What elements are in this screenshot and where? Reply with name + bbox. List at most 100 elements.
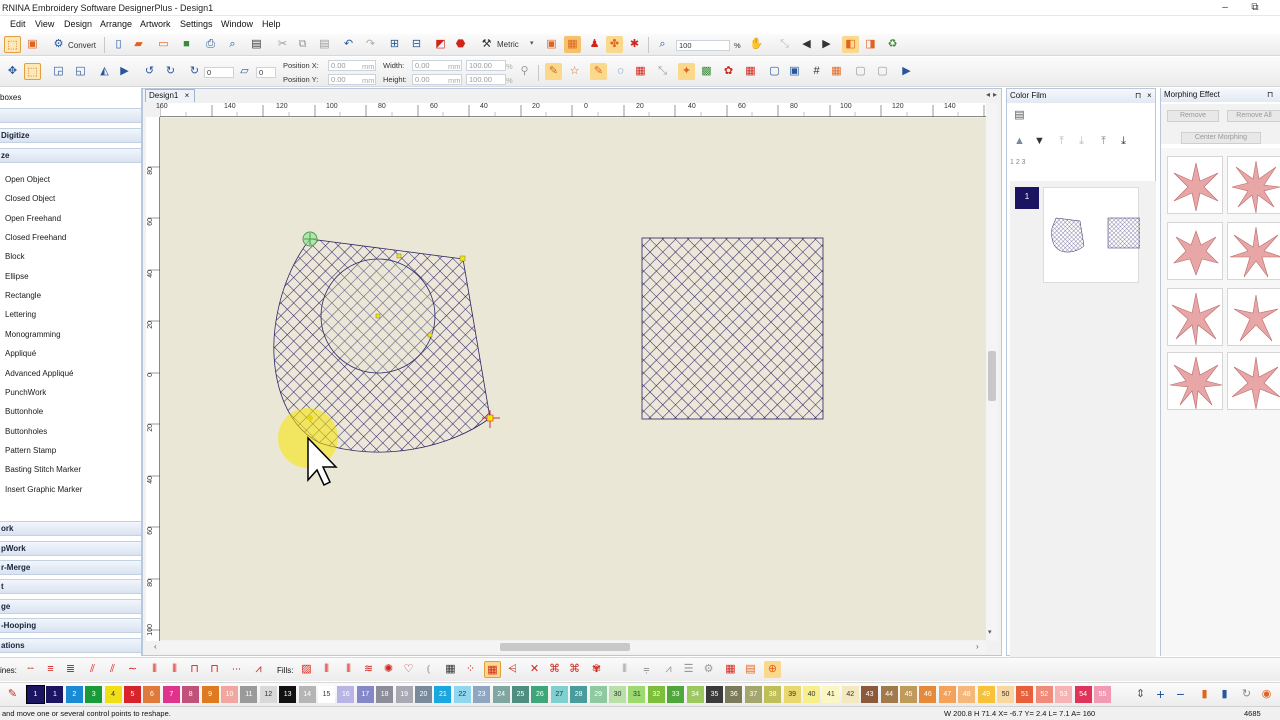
rectangle-fill-object[interactable]: [641, 237, 824, 420]
edit-points-icon[interactable]: ✎: [590, 63, 607, 80]
grid-fill-icon[interactable]: ▦: [742, 63, 759, 80]
color-swatch[interactable]: 2: [65, 686, 83, 703]
scroll-right-arrow-icon[interactable]: ›: [976, 642, 979, 651]
rotate-left-icon[interactable]: ↺: [141, 63, 158, 80]
document-tab[interactable]: Design1 ×: [145, 89, 195, 102]
color-swatch[interactable]: 54: [1074, 686, 1092, 703]
transform-icon[interactable]: ◲: [50, 63, 67, 80]
color-swatch[interactable]: 1: [46, 686, 64, 703]
grid-2-icon[interactable]: ▦: [828, 63, 845, 80]
remove-button[interactable]: Remove: [1167, 110, 1219, 122]
satin-fill-icon[interactable]: ⦀: [318, 661, 335, 678]
color-block-number[interactable]: 1: [1015, 187, 1039, 209]
color-swatch[interactable]: 40: [803, 686, 820, 703]
skew-icon[interactable]: ▱: [236, 63, 253, 80]
menu-edit[interactable]: Edit: [10, 19, 26, 29]
open-file-icon[interactable]: ▰: [130, 36, 147, 53]
tool-rectangle[interactable]: Rectangle: [5, 291, 41, 300]
pattern-icon[interactable]: ✿: [720, 63, 737, 80]
gear-icon[interactable]: ⚙: [700, 661, 717, 678]
print-preview-icon[interactable]: ⌕: [224, 36, 241, 53]
star-icon[interactable]: ☆: [566, 63, 583, 80]
section-t[interactable]: t: [0, 579, 141, 594]
previous-icon[interactable]: ◀: [798, 36, 815, 53]
units-select[interactable]: Metric: [497, 40, 519, 49]
undo-icon[interactable]: ↶: [340, 36, 357, 53]
grid-icon[interactable]: #: [808, 63, 825, 80]
lines-fill-icon[interactable]: ☰: [680, 661, 697, 678]
knife-icon[interactable]: ▦: [632, 63, 649, 80]
color-swatch[interactable]: 10: [221, 686, 238, 703]
width-percent-input[interactable]: 100.00: [466, 60, 506, 71]
color-swatch[interactable]: 28: [570, 686, 588, 703]
menu-artwork[interactable]: Artwork: [140, 19, 171, 29]
contour-fill-icon[interactable]: ⦀: [616, 661, 633, 678]
menu-settings[interactable]: Settings: [180, 19, 213, 29]
mirror-vertical-icon[interactable]: ▶: [116, 63, 133, 80]
send-to-machine-icon[interactable]: ▤: [248, 36, 265, 53]
step-fill-icon[interactable]: ⩦: [638, 661, 655, 678]
convert-icon[interactable]: ⚙: [50, 36, 67, 53]
color-swatch[interactable]: 19: [395, 686, 413, 703]
remove-color-icon[interactable]: −: [1172, 686, 1189, 703]
tool-buttonholes[interactable]: Buttonholes: [5, 427, 47, 436]
tool-insert-graphic-marker[interactable]: Insert Graphic Marker: [5, 485, 82, 494]
heart-fill-icon[interactable]: ♡: [400, 661, 417, 678]
morph-star-6[interactable]: [1227, 288, 1280, 346]
wave-fill-icon[interactable]: ≋: [360, 661, 377, 678]
tool-monogramming[interactable]: Monogramming: [5, 330, 61, 339]
color-swatch[interactable]: 51: [1016, 686, 1034, 703]
show-stitches-icon[interactable]: ⬣: [452, 36, 469, 53]
measure-icon[interactable]: ⤡: [776, 36, 793, 53]
color-swatch[interactable]: 43: [861, 686, 879, 703]
move-top-icon[interactable]: ⤒: [1095, 133, 1112, 150]
color-swatch[interactable]: 20: [415, 686, 432, 703]
color-swatch[interactable]: 3: [85, 686, 103, 703]
morph-star-7[interactable]: [1167, 352, 1223, 410]
color-swatch[interactable]: 25: [512, 686, 529, 703]
zigzag-icon[interactable]: ⫽: [104, 661, 121, 678]
color-swatch[interactable]: 12: [259, 686, 277, 703]
move-down-step-icon[interactable]: ⤓: [1073, 133, 1090, 150]
horizontal-scrollbar[interactable]: ‹ ›: [154, 641, 986, 653]
color-picker-icon[interactable]: ✎: [4, 686, 21, 703]
color-swatch[interactable]: 31: [628, 686, 646, 703]
tool-applique[interactable]: Appliqué: [5, 349, 36, 358]
vertical-scrollbar[interactable]: ▾: [986, 103, 998, 641]
color-swatch[interactable]: 29: [589, 686, 607, 703]
menu-window[interactable]: Window: [221, 19, 253, 29]
new-file-icon[interactable]: ▯: [110, 36, 127, 53]
tool-buttonhole[interactable]: Buttonhole: [5, 407, 43, 416]
scroll-left-icon[interactable]: ◂: [986, 90, 990, 99]
triple-stitch-icon[interactable]: ≡: [42, 661, 59, 678]
color-swatch[interactable]: 34: [686, 686, 704, 703]
scale-icon[interactable]: ◱: [72, 63, 89, 80]
tool-open-freehand[interactable]: Open Freehand: [5, 214, 61, 223]
print-icon[interactable]: ⎙: [202, 36, 219, 53]
motif-line-icon[interactable]: ⫽: [84, 661, 101, 678]
color-swatch[interactable]: 32: [647, 686, 665, 703]
rotate-icon[interactable]: ↻: [186, 63, 203, 80]
flower-fill-icon[interactable]: ✾: [588, 661, 605, 678]
pin-icon[interactable]: ⊓: [1135, 89, 1141, 103]
save-icon[interactable]: ■: [178, 36, 195, 53]
color-swatch[interactable]: 27: [550, 686, 568, 703]
texture-fill-icon[interactable]: ▦: [722, 661, 739, 678]
hoop-icon[interactable]: ▣: [543, 36, 560, 53]
morph-star-icon[interactable]: ✦: [678, 63, 695, 80]
pattern-fill-icon[interactable]: ⦀: [340, 661, 357, 678]
objects-icon[interactable]: ◧: [842, 36, 859, 53]
redo-icon[interactable]: ↷: [362, 36, 379, 53]
color-blend-icon[interactable]: ▤: [742, 661, 759, 678]
refresh-icon[interactable]: ↻: [1238, 686, 1255, 703]
tool-ellipse[interactable]: Ellipse: [5, 272, 29, 281]
stipple-fill-icon[interactable]: ⌘: [566, 661, 583, 678]
color-swatch[interactable]: 55: [1094, 686, 1111, 703]
color-block-thumbnail[interactable]: [1043, 187, 1141, 283]
next-icon[interactable]: ▶: [818, 36, 835, 53]
tools-icon[interactable]: ⚒: [478, 36, 495, 53]
column-icon[interactable]: ⦀: [146, 661, 163, 678]
square-2-icon[interactable]: ▢: [874, 63, 891, 80]
color-swatch[interactable]: 39: [783, 686, 801, 703]
section-blank-1[interactable]: [0, 108, 141, 123]
